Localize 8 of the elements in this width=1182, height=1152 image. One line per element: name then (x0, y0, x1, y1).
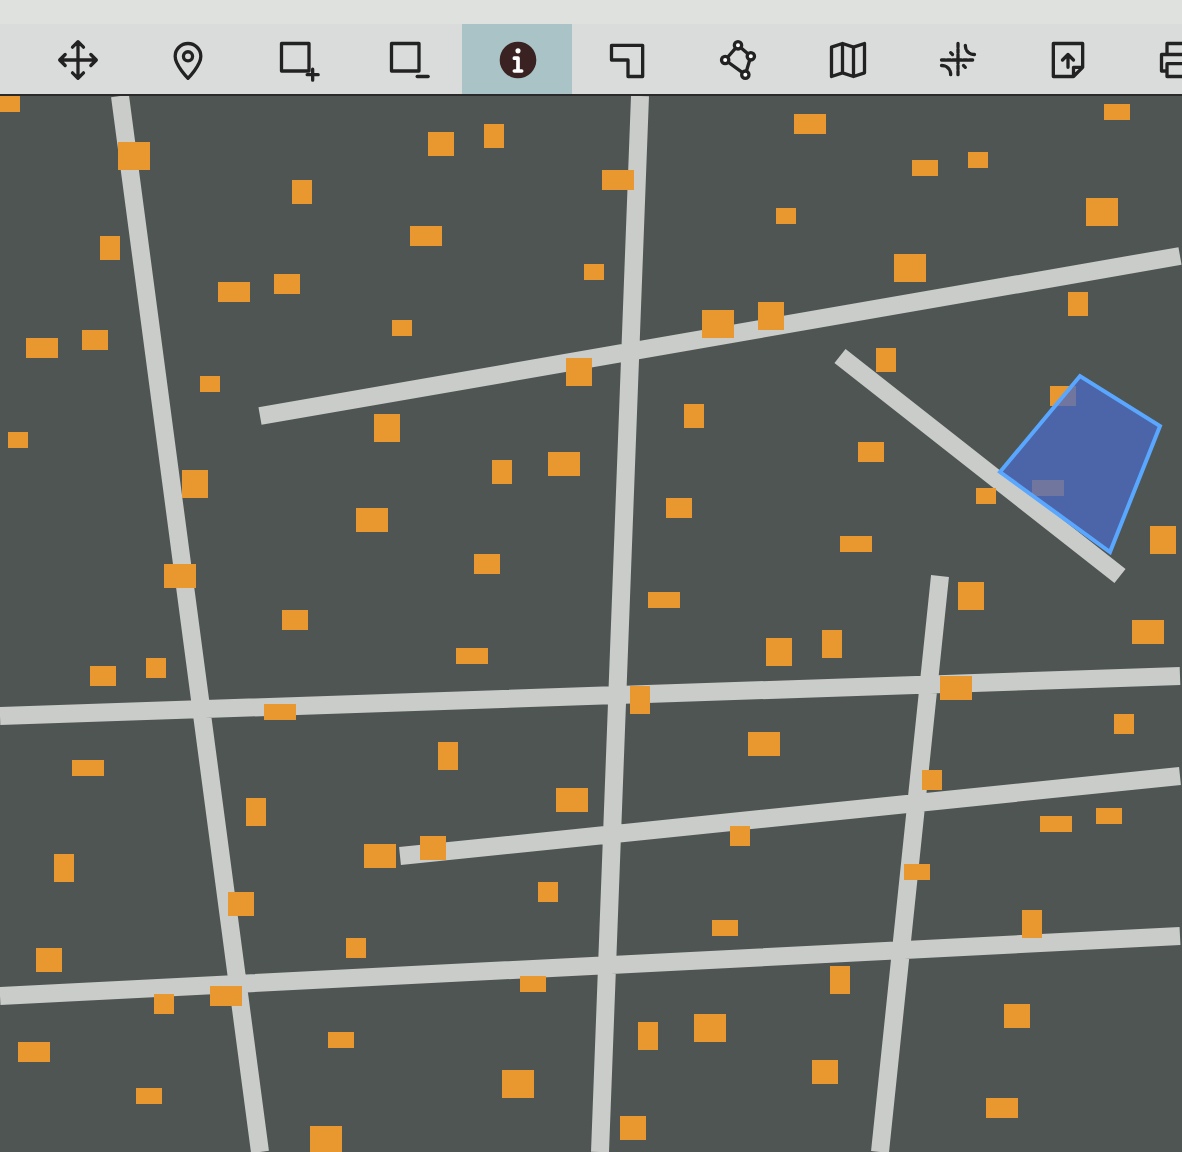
move-icon (55, 37, 99, 81)
folded-map-icon (825, 37, 869, 81)
polygon-icon (715, 37, 759, 81)
rectangle-plus-icon (275, 37, 319, 81)
info-tool-button[interactable] (462, 24, 572, 94)
crosshair-icon (935, 37, 979, 81)
rectangle-minus-icon (385, 37, 429, 81)
info-icon (495, 37, 539, 81)
